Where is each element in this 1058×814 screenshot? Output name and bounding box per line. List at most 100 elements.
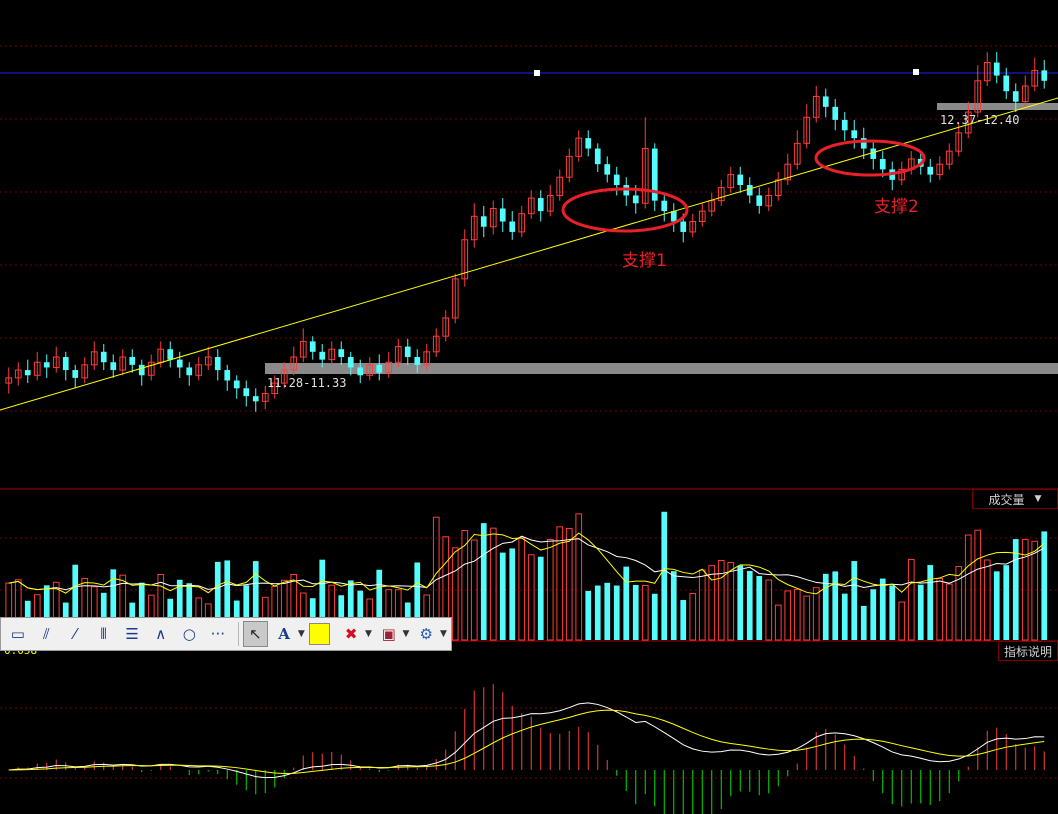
candle-body [347,357,354,368]
settings-icon[interactable]: ⚙ [413,621,439,647]
fibonacci-icon[interactable]: ☰ [119,621,145,647]
text-tool-icon[interactable]: A [271,621,297,647]
volume-bar [851,561,858,640]
rect-icon[interactable]: ▭ [5,621,31,647]
candle-body [879,158,886,170]
wave-icon[interactable]: ∧ [148,621,174,647]
candle-body [594,148,601,165]
volume-bar [765,579,773,641]
zone-low-label: 11.28-11.33 [267,376,346,390]
ellipse-icon[interactable]: ○ [176,621,202,647]
support2-ellipse [814,139,926,177]
candle-body [993,62,1000,76]
stock-chart: 支撑1 支撑2 11.28-11.33 12.37-12.40 [0,45,1058,814]
candle-body [480,216,487,227]
volume-bar [927,565,934,640]
candle-body [1003,75,1010,92]
candle-body [309,341,316,352]
volume-bar [879,578,886,640]
candle-body [376,364,383,373]
candle-body [414,357,421,365]
volume-bar [964,534,972,641]
candle-body [822,96,829,107]
candlesticks [5,52,1048,412]
candle-body [670,211,677,222]
grid-lines [0,45,1058,779]
candle-body [927,166,934,175]
cursor-icon[interactable]: ↖ [242,621,269,647]
candle-body [110,362,117,371]
volume-bar [727,561,735,641]
volume-bar [717,559,725,641]
volume-bar [1012,539,1019,640]
candle-body [870,148,877,159]
fan-icon[interactable]: ⫽ [34,621,60,647]
more-icon[interactable]: ··· [205,621,231,647]
parallel-icon[interactable]: ⁄ [62,621,88,647]
volume-bar [974,529,982,641]
volume-bar [518,537,526,641]
toolbar-separator [237,622,239,646]
candle-body [585,138,592,149]
volume-bar [832,571,839,640]
candle-body [138,364,145,376]
delete-icon[interactable]: ✖ [338,621,364,647]
volume-bar [661,511,668,640]
zone-band-low [265,363,1058,374]
volume-bar [784,590,792,641]
volume-bar [945,583,953,641]
volume-bar [756,575,763,640]
volume-bar [708,565,716,641]
volume-bar [889,585,896,640]
volume-bar [480,523,487,640]
volume-bar [604,582,611,640]
candle-body [832,106,839,120]
volume-bar [651,593,658,640]
support-zones [265,103,1058,374]
indicator-help-button[interactable]: 指标说明 [998,641,1058,661]
chevron-down-icon[interactable]: ▼ [440,629,447,639]
volume-bar [1041,531,1048,640]
volume-bar [955,566,963,641]
volume-bar [451,547,459,641]
chevron-down-icon[interactable]: ▼ [365,629,372,639]
candle-body [176,359,183,368]
volume-bar [509,548,516,640]
vertical-lines-icon[interactable]: ⦀ [91,621,117,647]
candle-body [24,370,31,376]
save-drawing-icon[interactable]: ▣ [376,621,402,647]
volume-bar [1003,565,1010,640]
volume-bar [936,577,944,641]
candle-body [214,357,221,371]
candle-body [499,208,506,222]
trendline-handle-1[interactable] [534,70,540,76]
volume-bar [641,584,649,641]
trendline-handle-2[interactable] [913,69,919,75]
candle-body [72,370,79,378]
candle-body [613,174,620,186]
candle-body [661,200,668,212]
volume-bar [746,570,753,640]
volume-bar [803,595,811,641]
support1-label: 支撑1 [622,251,667,271]
chevron-down-icon[interactable]: ▼ [298,629,305,639]
candle-body [233,380,240,389]
candle-body [252,396,259,402]
candle-body [243,388,250,397]
volume-bar [898,601,906,641]
volume-indicator-dropdown[interactable]: 成交量 ▼ [972,489,1058,509]
volume-bar [917,584,924,640]
volume-bar [1031,540,1039,641]
zone-band-high [937,103,1058,110]
chevron-down-icon[interactable]: ▼ [403,629,410,639]
candle-body [357,367,364,376]
color-swatch[interactable] [308,623,331,645]
volume-bar [870,589,877,640]
candle-body [1041,70,1048,81]
candle-body [100,351,107,363]
volume-bar [907,558,915,641]
candle-body [537,198,544,212]
volume-bar [689,592,697,641]
chevron-down-icon: ▼ [1034,494,1042,504]
volume-bar [680,600,687,640]
